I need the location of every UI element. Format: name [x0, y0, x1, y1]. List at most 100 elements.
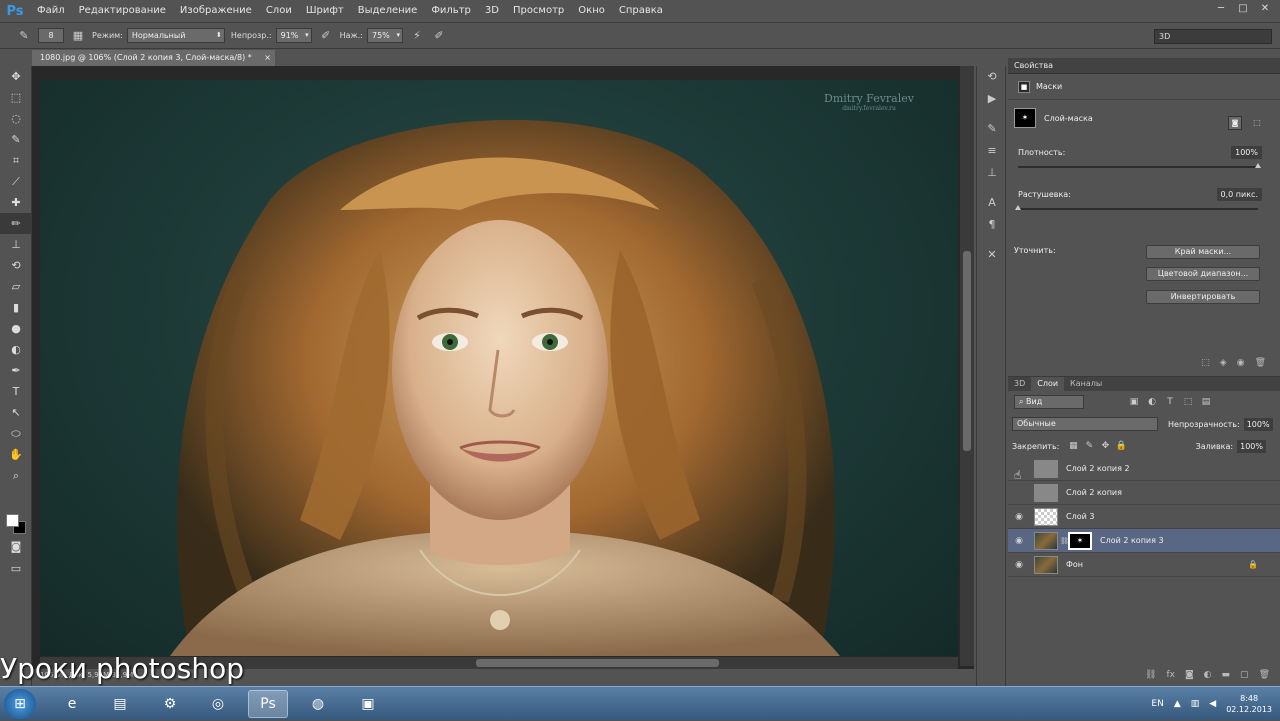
gradient-tool-icon[interactable]: ▮: [0, 297, 32, 318]
chrome-icon[interactable]: ◎: [198, 690, 238, 718]
brush-size-picker[interactable]: 8: [38, 28, 64, 43]
delete-mask-icon[interactable]: 🗑: [1255, 358, 1266, 374]
menu-window[interactable]: Окно: [571, 0, 612, 22]
delete-layer-icon[interactable]: 🗑: [1259, 670, 1270, 684]
new-layer-icon[interactable]: ▢: [1240, 670, 1249, 684]
screen-mode-icon[interactable]: ▭: [0, 558, 32, 579]
menu-filter[interactable]: Фильтр: [424, 0, 478, 22]
menu-image[interactable]: Изображение: [173, 0, 259, 22]
blend-mode-select[interactable]: Обычные: [1012, 417, 1158, 431]
history-panel-icon[interactable]: ⟲: [977, 66, 1007, 88]
move-tool-icon[interactable]: ✥: [0, 66, 32, 87]
layer-row[interactable]: ◉ Слой 3: [1008, 505, 1280, 529]
airbrush-icon[interactable]: ⚡: [409, 28, 425, 44]
filter-smart-icon[interactable]: ▤: [1198, 397, 1214, 407]
filter-type-icon[interactable]: T: [1162, 397, 1178, 407]
lock-pixels-icon[interactable]: ✎: [1081, 441, 1097, 451]
layer-opacity-field[interactable]: 100%: [1243, 417, 1273, 431]
crop-tool-icon[interactable]: ⌗: [0, 150, 32, 171]
pen-tool-icon[interactable]: ✒: [0, 360, 32, 381]
new-group-icon[interactable]: ▬: [1222, 670, 1231, 684]
history-brush-tool-icon[interactable]: ⟲: [0, 255, 32, 276]
tool-presets-icon[interactable]: ✕: [977, 244, 1007, 266]
eyedropper-tool-icon[interactable]: ⟋: [0, 171, 32, 192]
vertical-scrollbar[interactable]: [960, 66, 974, 666]
layer-row[interactable]: ◉ Фон 🔒: [1008, 553, 1280, 577]
apply-mask-icon[interactable]: ◈: [1220, 358, 1227, 374]
language-indicator[interactable]: EN: [1151, 699, 1163, 709]
character-panel-icon[interactable]: A: [977, 192, 1007, 214]
brush-panel-icon[interactable]: ✎: [977, 118, 1007, 140]
internet-explorer-icon[interactable]: e: [52, 690, 92, 718]
eye-icon[interactable]: ◉: [1008, 560, 1030, 570]
menu-select[interactable]: Выделение: [351, 0, 425, 22]
tab-layers[interactable]: Слои: [1031, 377, 1065, 391]
steam-icon[interactable]: ⚙: [150, 690, 190, 718]
chain-link-icon[interactable]: ⛓: [1060, 537, 1069, 545]
eye-icon[interactable]: ◉: [1008, 512, 1030, 522]
clone-stamp-tool-icon[interactable]: ⊥: [0, 234, 32, 255]
maximize-button[interactable]: □: [1234, 2, 1252, 16]
tray-arrow-icon[interactable]: ▲: [1174, 699, 1181, 709]
mode-select[interactable]: Нормальный ⬍: [126, 28, 225, 43]
volume-icon[interactable]: ◀: [1209, 699, 1216, 709]
filter-shape-icon[interactable]: ⬚: [1180, 397, 1196, 407]
obs-icon[interactable]: ◍: [298, 690, 338, 718]
path-select-tool-icon[interactable]: ↖: [0, 402, 32, 423]
color-range-button[interactable]: Цветовой диапазон...: [1146, 267, 1260, 281]
brush-tool-icon[interactable]: ✏: [0, 213, 32, 234]
feather-slider-thumb[interactable]: [1015, 205, 1021, 210]
hand-tool-icon[interactable]: ✋: [0, 444, 32, 465]
quick-mask-icon[interactable]: ◙: [0, 536, 32, 557]
close-tab-icon[interactable]: ×: [264, 50, 271, 66]
foreground-color-swatch[interactable]: [6, 514, 19, 527]
opacity-field[interactable]: 91% ▾: [275, 28, 312, 43]
menu-file[interactable]: Файл: [30, 0, 72, 22]
type-tool-icon[interactable]: T: [0, 381, 32, 402]
properties-tab[interactable]: Свойства: [1008, 58, 1280, 74]
network-icon[interactable]: ▥: [1191, 699, 1200, 709]
feather-slider[interactable]: [1015, 205, 1258, 210]
layer-mask-thumbnail[interactable]: ✶: [1068, 531, 1092, 550]
tab-channels[interactable]: Каналы: [1064, 377, 1108, 391]
pressure-opacity-icon[interactable]: ✐: [318, 28, 334, 44]
pixel-mask-icon[interactable]: ◙: [1228, 116, 1242, 130]
menu-3d[interactable]: 3D: [478, 0, 506, 22]
zoom-tool-icon[interactable]: ⌕: [0, 465, 32, 486]
fill-field[interactable]: 100%: [1237, 439, 1266, 453]
vector-mask-icon[interactable]: ⬚: [1250, 116, 1264, 130]
layer-filter-select[interactable]: ⌕ Вид: [1014, 395, 1084, 409]
healing-tool-icon[interactable]: ✚: [0, 192, 32, 213]
link-layers-icon[interactable]: ⛓: [1145, 670, 1156, 684]
filter-pixel-icon[interactable]: ▣: [1126, 397, 1142, 407]
minimize-button[interactable]: ─: [1212, 2, 1230, 16]
menu-type[interactable]: Шрифт: [299, 0, 351, 22]
tab-3d[interactable]: 3D: [1008, 377, 1031, 391]
marquee-tool-icon[interactable]: ⬚: [0, 87, 32, 108]
mask-edge-button[interactable]: Край маски...: [1146, 245, 1260, 259]
adjustment-layer-icon[interactable]: ◐: [1204, 670, 1212, 684]
toggle-mask-icon[interactable]: ◉: [1237, 358, 1245, 374]
start-button[interactable]: ⊞: [4, 689, 36, 719]
menu-edit[interactable]: Редактирование: [72, 0, 173, 22]
app-icon[interactable]: ▣: [348, 690, 388, 718]
add-mask-icon[interactable]: ◙: [1185, 670, 1194, 684]
flow-field[interactable]: 75% ▾: [366, 28, 403, 43]
density-slider[interactable]: [1018, 163, 1261, 168]
menu-help[interactable]: Справка: [612, 0, 670, 22]
layer-row-selected[interactable]: ◉ ⛓ ✶ Слой 2 копия 3: [1008, 529, 1280, 553]
blur-tool-icon[interactable]: ●: [0, 318, 32, 339]
document-tab[interactable]: 1080.jpg @ 106% (Слой 2 копия 3, Слой-ма…: [32, 50, 275, 66]
layer-row[interactable]: Слой 2 копия: [1008, 481, 1280, 505]
clone-source-icon[interactable]: ⊥: [977, 162, 1007, 184]
horizontal-scroll-thumb[interactable]: [476, 659, 719, 667]
canvas-area[interactable]: Dmitry Fevralev dmitry.fevralev.ru: [32, 66, 974, 686]
vertical-scroll-thumb[interactable]: [963, 251, 971, 451]
invert-button[interactable]: Инвертировать: [1146, 290, 1260, 304]
shape-tool-icon[interactable]: ⬭: [0, 423, 32, 444]
brush-tool-icon[interactable]: ✎: [16, 28, 32, 44]
photoshop-taskbar-icon[interactable]: Ps: [248, 690, 288, 718]
feather-value[interactable]: 0,0 пикс.: [1216, 188, 1262, 201]
quick-select-tool-icon[interactable]: ✎: [0, 129, 32, 150]
dodge-tool-icon[interactable]: ◐: [0, 339, 32, 360]
